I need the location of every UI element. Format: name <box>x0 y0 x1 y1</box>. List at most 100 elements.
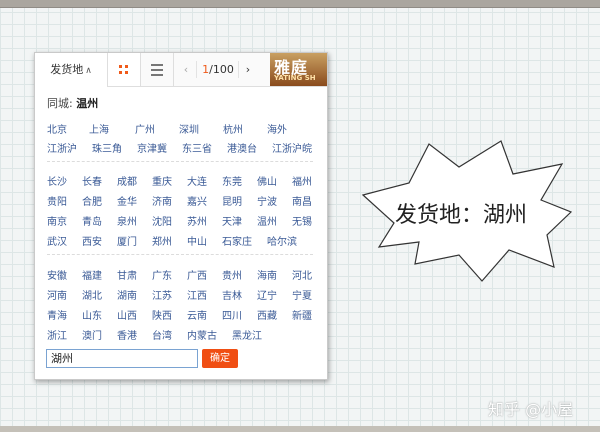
province-link[interactable]: 安徽 <box>47 267 79 282</box>
chevron-up-icon: ∧ <box>85 66 92 76</box>
province-link[interactable]: 山西 <box>117 307 149 322</box>
province-link[interactable]: 海南 <box>257 267 289 282</box>
confirm-button[interactable]: 确定 <box>202 349 238 368</box>
province-link[interactable]: 陕西 <box>152 307 184 322</box>
province-link[interactable]: 西藏 <box>257 307 289 322</box>
city-link[interactable]: 南京 <box>47 213 79 228</box>
bottom-border <box>0 426 600 432</box>
origin-dropdown-tab[interactable]: 发货地 ∧ <box>35 53 108 87</box>
city-link[interactable]: 济南 <box>152 193 184 208</box>
city-link[interactable]: 上海 <box>89 121 135 136</box>
watermark: 知乎 @小屋 <box>488 400 574 419</box>
region-link[interactable]: 港澳台 <box>227 140 272 155</box>
city-link[interactable]: 泉州 <box>117 213 149 228</box>
province-link[interactable]: 甘肃 <box>117 267 149 282</box>
pager-divider <box>196 61 197 78</box>
province-link[interactable]: 吉林 <box>222 287 254 302</box>
city-link[interactable]: 无锡 <box>292 213 324 228</box>
province-link[interactable]: 青海 <box>47 307 79 322</box>
province-link[interactable]: 河南 <box>47 287 79 302</box>
city-link[interactable]: 石家庄 <box>222 233 264 248</box>
pager: ‹ 1/100 › <box>176 53 262 86</box>
province-link[interactable]: 台湾 <box>152 327 184 342</box>
city-link[interactable]: 昆明 <box>222 193 254 208</box>
city-link[interactable]: 苏州 <box>187 213 219 228</box>
city-link[interactable]: 郑州 <box>152 233 184 248</box>
city-link[interactable]: 温州 <box>257 213 289 228</box>
region-link[interactable]: 东三省 <box>182 140 227 155</box>
province-row: 青海 山东 山西 陕西 云南 四川 西藏 新疆 <box>47 307 327 322</box>
toolbar: 发货地 ∧ ‹ 1/100 › 雅庭 YATING SH <box>35 53 327 87</box>
city-link[interactable]: 东莞 <box>222 173 254 188</box>
chevron-right-icon[interactable]: › <box>238 53 258 86</box>
province-row: 河南 湖北 湖南 江苏 江西 吉林 辽宁 宁夏 <box>47 287 327 302</box>
city-link[interactable]: 哈尔滨 <box>267 233 309 248</box>
city-link[interactable]: 成都 <box>117 173 149 188</box>
city-link[interactable]: 广州 <box>135 121 179 136</box>
province-link[interactable]: 广西 <box>187 267 219 282</box>
city-link[interactable]: 西安 <box>82 233 114 248</box>
page-total: /100 <box>209 63 234 76</box>
city-link[interactable]: 沈阳 <box>152 213 184 228</box>
province-link[interactable]: 广东 <box>152 267 184 282</box>
city-link[interactable]: 贵阳 <box>47 193 79 208</box>
province-link[interactable]: 辽宁 <box>257 287 289 302</box>
city-link[interactable]: 深圳 <box>179 121 223 136</box>
city-row: 长沙 长春 成都 重庆 大连 东莞 佛山 福州 <box>47 173 327 188</box>
city-link[interactable]: 北京 <box>47 121 89 136</box>
page-indicator: 1/100 <box>198 53 238 86</box>
city-link[interactable]: 长春 <box>82 173 114 188</box>
region-link[interactable]: 江浙沪 <box>47 140 92 155</box>
province-link[interactable]: 云南 <box>187 307 219 322</box>
city-link[interactable]: 中山 <box>187 233 219 248</box>
city-link[interactable]: 海外 <box>267 121 307 136</box>
province-link[interactable]: 贵州 <box>222 267 254 282</box>
province-link[interactable]: 宁夏 <box>292 287 324 302</box>
callout-text: 发货地：湖州 <box>395 203 528 228</box>
city-link[interactable]: 重庆 <box>152 173 184 188</box>
city-link[interactable]: 佛山 <box>257 173 289 188</box>
province-link[interactable]: 福建 <box>82 267 114 282</box>
top-border <box>0 0 600 8</box>
province-link[interactable]: 香港 <box>117 327 149 342</box>
city-link[interactable]: 金华 <box>117 193 149 208</box>
province-link[interactable]: 浙江 <box>47 327 79 342</box>
city-link[interactable]: 杭州 <box>223 121 267 136</box>
grid-view-button[interactable] <box>108 53 141 86</box>
city-link[interactable]: 天津 <box>222 213 254 228</box>
same-city: 同城: 温州 <box>47 95 98 111</box>
region-link[interactable]: 江浙沪皖 <box>272 140 316 155</box>
province-link[interactable]: 河北 <box>292 267 324 282</box>
divider <box>47 161 313 162</box>
city-link[interactable]: 福州 <box>292 173 324 188</box>
province-link[interactable]: 江西 <box>187 287 219 302</box>
city-link[interactable]: 青岛 <box>82 213 114 228</box>
city-link[interactable]: 大连 <box>187 173 219 188</box>
province-link[interactable]: 黑龙江 <box>232 327 274 342</box>
province-link[interactable]: 湖北 <box>82 287 114 302</box>
province-link[interactable]: 澳门 <box>82 327 114 342</box>
city-link[interactable]: 宁波 <box>257 193 289 208</box>
same-city-value[interactable]: 温州 <box>76 97 98 110</box>
province-link[interactable]: 内蒙古 <box>187 327 229 342</box>
city-link[interactable]: 南昌 <box>292 193 324 208</box>
province-row: 浙江 澳门 香港 台湾 内蒙古 黑龙江 <box>47 327 277 342</box>
ad-banner[interactable]: 雅庭 YATING SH <box>270 53 327 86</box>
list-view-button[interactable] <box>141 53 174 86</box>
location-filter-panel: 发货地 ∧ ‹ 1/100 › 雅庭 YATING SH 同城: 温州 北京 上… <box>34 52 328 380</box>
province-link[interactable]: 四川 <box>222 307 254 322</box>
province-link[interactable]: 湖南 <box>117 287 149 302</box>
region-link[interactable]: 京津冀 <box>137 140 182 155</box>
city-link[interactable]: 合肥 <box>82 193 114 208</box>
province-link[interactable]: 山东 <box>82 307 114 322</box>
city-link[interactable]: 长沙 <box>47 173 79 188</box>
region-link[interactable]: 珠三角 <box>92 140 137 155</box>
city-link[interactable]: 武汉 <box>47 233 79 248</box>
city-link[interactable]: 嘉兴 <box>187 193 219 208</box>
chevron-left-icon[interactable]: ‹ <box>176 53 196 86</box>
province-link[interactable]: 新疆 <box>292 307 324 322</box>
city-link[interactable]: 厦门 <box>117 233 149 248</box>
location-input[interactable]: 湖州 <box>46 349 198 368</box>
city-row: 武汉 西安 厦门 郑州 中山 石家庄 哈尔滨 <box>47 233 312 248</box>
province-link[interactable]: 江苏 <box>152 287 184 302</box>
